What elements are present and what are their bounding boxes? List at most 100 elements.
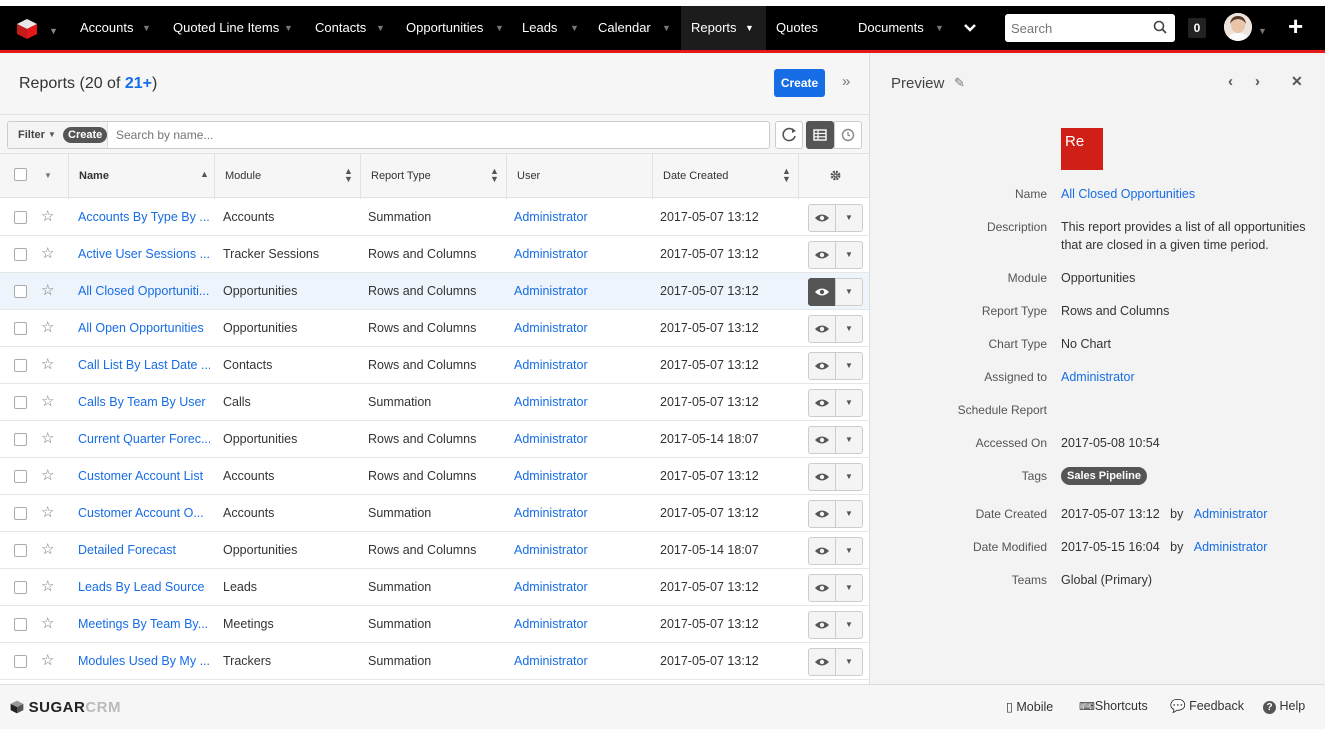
row-user-link[interactable]: Administrator <box>514 358 646 372</box>
nav-contacts[interactable]: Contacts ▼ <box>305 6 393 50</box>
favorite-star-icon[interactable]: ☆ <box>41 318 54 336</box>
quick-create-plus-icon[interactable]: + <box>1288 11 1303 42</box>
favorite-star-icon[interactable]: ☆ <box>41 466 54 484</box>
row-user-link[interactable]: Administrator <box>514 395 646 409</box>
shortcuts-link[interactable]: ⌨Shortcuts <box>1079 699 1148 713</box>
sort-ascending-icon[interactable]: ▲ <box>200 170 209 179</box>
row-actions-dropdown[interactable]: ▼ <box>835 204 863 232</box>
row-name-link[interactable]: Calls By Team By User <box>78 395 210 409</box>
table-row[interactable]: ☆ All Closed Opportuniti... Opportunities R… <box>0 273 869 310</box>
table-row[interactable]: ☆ Accounts By Type By ... Accounts Summatio… <box>0 199 869 236</box>
row-user-link[interactable]: Administrator <box>514 210 646 224</box>
row-actions-dropdown[interactable]: ▼ <box>835 648 863 676</box>
filter-create-button[interactable]: Create <box>63 127 108 143</box>
chevron-down-icon[interactable]: ▼ <box>662 6 671 50</box>
row-user-link[interactable]: Administrator <box>514 469 646 483</box>
field-value-name[interactable]: All Closed Opportunities <box>1061 187 1195 201</box>
chevron-down-icon[interactable]: ▼ <box>745 6 754 50</box>
user-avatar[interactable] <box>1224 13 1252 41</box>
logo-caret-icon[interactable]: ▼ <box>49 26 58 36</box>
table-row[interactable]: ☆ Current Quarter Forec... Opportunities Ro… <box>0 421 869 458</box>
row-checkbox[interactable] <box>14 396 27 409</box>
row-checkbox[interactable] <box>14 470 27 483</box>
table-row[interactable]: ☆ Customer Account List Accounts Rows and C… <box>0 458 869 495</box>
row-name-link[interactable]: Meetings By Team By... <box>78 617 210 631</box>
row-checkbox[interactable] <box>14 359 27 372</box>
sort-icon[interactable]: ▲ ▼ <box>344 167 353 184</box>
row-user-link[interactable]: Administrator <box>514 506 646 520</box>
favorite-star-icon[interactable]: ☆ <box>41 577 54 595</box>
row-user-link[interactable]: Administrator <box>514 247 646 261</box>
mobile-link[interactable]: ▯ Mobile <box>1006 699 1053 714</box>
column-header-report-type[interactable]: Report Type ▲ ▼ <box>360 154 506 199</box>
row-user-link[interactable]: Administrator <box>514 432 646 446</box>
nav-calendar[interactable]: Calendar ▼ <box>588 6 681 50</box>
favorite-star-icon[interactable]: ☆ <box>41 614 54 632</box>
modified-by-user-link[interactable]: Administrator <box>1194 540 1268 554</box>
row-name-link[interactable]: Current Quarter Forec... <box>78 432 210 446</box>
global-search[interactable] <box>1005 14 1175 42</box>
gear-icon[interactable] <box>829 169 842 182</box>
preview-row-button[interactable] <box>808 204 836 232</box>
nav-more-chevron-icon[interactable] <box>962 20 978 36</box>
chevron-down-icon[interactable]: ▼ <box>495 6 504 50</box>
preview-row-button[interactable] <box>808 463 836 491</box>
favorite-star-icon[interactable]: ☆ <box>41 244 54 262</box>
global-search-input[interactable] <box>1011 15 1151 41</box>
sugarcrm-logo[interactable]: SUGARCRM <box>10 699 121 716</box>
close-preview-icon[interactable]: ✕ <box>1291 73 1303 90</box>
sort-icon[interactable]: ▲ ▼ <box>782 167 791 184</box>
favorite-star-icon[interactable]: ☆ <box>41 392 54 410</box>
mass-actions-caret-icon[interactable]: ▼ <box>44 171 52 180</box>
row-checkbox[interactable] <box>14 433 27 446</box>
refresh-button[interactable] <box>775 121 803 149</box>
table-row[interactable]: ☆ Meetings By Team By... Meetings Summation… <box>0 606 869 643</box>
row-actions-dropdown[interactable]: ▼ <box>835 352 863 380</box>
preview-row-button[interactable] <box>808 648 836 676</box>
nav-quotes[interactable]: Quotes <box>766 6 846 50</box>
column-header-name[interactable]: Name ▲ <box>68 154 214 199</box>
search-by-name-input[interactable] <box>116 128 756 142</box>
row-name-link[interactable]: All Open Opportunities <box>78 321 210 335</box>
row-actions-dropdown[interactable]: ▼ <box>835 389 863 417</box>
record-count-link[interactable]: 21+ <box>125 75 152 92</box>
row-name-link[interactable]: Modules Used By My ... <box>78 654 210 668</box>
row-name-link[interactable]: Active User Sessions ... <box>78 247 210 261</box>
row-actions-dropdown[interactable]: ▼ <box>835 574 863 602</box>
feedback-link[interactable]: 💬 Feedback <box>1170 699 1244 714</box>
favorite-star-icon[interactable]: ☆ <box>41 540 54 558</box>
row-actions-dropdown[interactable]: ▼ <box>835 611 863 639</box>
favorite-star-icon[interactable]: ☆ <box>41 651 54 669</box>
row-user-link[interactable]: Administrator <box>514 580 646 594</box>
activity-stream-button[interactable] <box>834 121 862 149</box>
row-checkbox[interactable] <box>14 507 27 520</box>
chevron-down-icon[interactable]: ▼ <box>935 6 944 50</box>
column-settings[interactable] <box>798 154 869 199</box>
column-header-user[interactable]: User <box>506 154 652 199</box>
row-name-link[interactable]: Accounts By Type By ... <box>78 210 210 224</box>
row-actions-dropdown[interactable]: ▼ <box>835 241 863 269</box>
nav-documents[interactable]: Documents ▼ <box>848 6 953 50</box>
sort-icon[interactable]: ▲ ▼ <box>490 167 499 184</box>
nav-leads[interactable]: Leads ▼ <box>512 6 588 50</box>
row-actions-dropdown[interactable]: ▼ <box>835 278 863 306</box>
nav-reports[interactable]: Reports ▼ <box>681 6 766 50</box>
favorite-star-icon[interactable]: ☆ <box>41 207 54 225</box>
row-name-link[interactable]: Call List By Last Date ... <box>78 358 210 372</box>
field-value-assigned-to[interactable]: Administrator <box>1061 370 1135 384</box>
preview-row-button[interactable] <box>808 500 836 528</box>
column-header-module[interactable]: Module ▲ ▼ <box>214 154 360 199</box>
row-checkbox[interactable] <box>14 581 27 594</box>
table-row[interactable]: ☆ Call List By Last Date ... Contacts Rows … <box>0 347 869 384</box>
avatar-caret-icon[interactable]: ▼ <box>1258 26 1267 36</box>
row-actions-dropdown[interactable]: ▼ <box>835 500 863 528</box>
chevron-down-icon[interactable]: ▼ <box>142 6 151 50</box>
favorite-star-icon[interactable]: ☆ <box>41 355 54 373</box>
row-checkbox[interactable] <box>14 618 27 631</box>
preview-row-button[interactable] <box>808 241 836 269</box>
tag-badge[interactable]: Sales Pipeline <box>1061 467 1147 485</box>
row-user-link[interactable]: Administrator <box>514 617 646 631</box>
select-all-checkbox[interactable] <box>14 168 27 181</box>
chevron-down-icon[interactable]: ▼ <box>570 6 579 50</box>
column-header-date-created[interactable]: Date Created ▲ ▼ <box>652 154 798 199</box>
